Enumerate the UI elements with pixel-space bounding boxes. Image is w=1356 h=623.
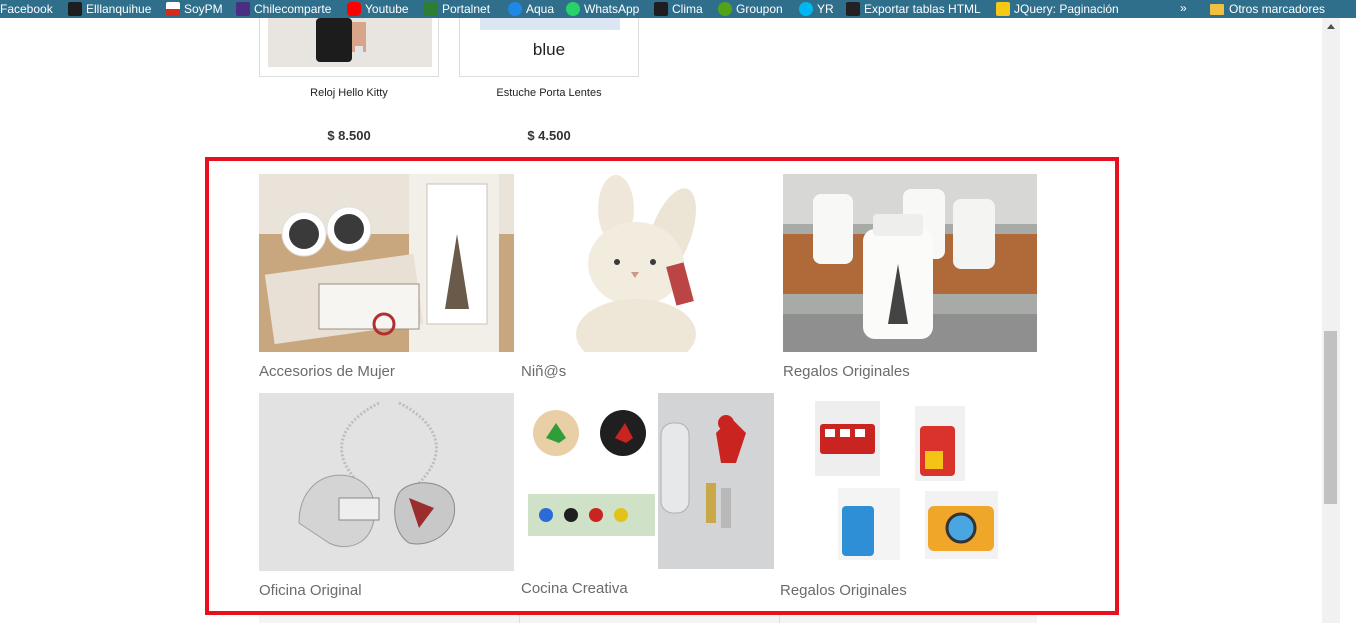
folder-icon [1210,3,1224,15]
youtube-icon [347,2,361,16]
bookmark-youtube[interactable]: Youtube [347,0,409,18]
more-bookmarks-chevron-icon[interactable]: » [1180,0,1187,18]
bookmark-label: Chilecomparte [254,2,332,16]
bookmark-whatsapp[interactable]: WhatsApp [566,0,639,18]
bookmark-label: YR [817,2,834,16]
bookmark-elllanquihue[interactable]: Elllanquihue [68,0,151,18]
bookmark-clima[interactable]: Clima [654,0,703,18]
wallets-photo [259,174,514,352]
product-image-frame [259,18,439,77]
site-icon [996,2,1010,16]
yr-icon [799,2,813,16]
next-row-strip [259,615,1037,623]
category-image[interactable] [783,174,1037,352]
product-price: $ 4.500 [527,128,571,143]
bookmark-facebook[interactable]: Facebook [0,0,53,18]
bookmark-portalnet[interactable]: Portalnet [424,0,490,18]
bookmark-label: SoyPM [184,2,223,16]
product-name[interactable]: Estuche Porta Lentes [459,87,639,99]
category-image[interactable] [259,174,514,352]
bookmark-label: Facebook [0,2,53,16]
category-label[interactable]: Regalos Originales [783,363,910,380]
other-bookmarks-folder[interactable]: Otros marcadores [1210,0,1325,18]
groupon-icon [718,2,732,16]
category-label[interactable]: Cocina Creativa [521,580,628,597]
bookmark-label: JQuery: Paginación [1014,2,1119,16]
site-icon [236,2,250,16]
site-icon [846,2,860,16]
vertical-scrollbar[interactable] [1322,18,1340,623]
plush-bunny-photo [521,174,774,352]
folder-label: Otros marcadores [1229,2,1326,16]
bookmark-chilecomparte[interactable]: Chilecomparte [236,0,331,18]
bookmark-label: Groupon [736,2,783,16]
scroll-thumb[interactable] [1324,331,1337,504]
bookmark-label: Portalnet [442,2,491,16]
bookmark-soypm[interactable]: SoyPM [166,0,223,18]
heart-usb-photo [259,393,514,571]
category-label[interactable]: Accesorios de Mujer [259,363,395,380]
product-name[interactable]: Reloj Hello Kitty [259,87,439,99]
bookmarks-bar: Facebook Elllanquihue SoyPM Chilecompart… [0,0,1356,18]
site-icon [424,2,438,16]
luggage-tags-photo [780,396,1010,566]
category-image[interactable] [780,396,1010,566]
category-image[interactable] [521,174,774,352]
bookmark-label: Exportar tablas HTML [864,2,981,16]
milk-bottles-photo [783,174,1037,352]
bookmark-label: Youtube [365,2,409,16]
bookmark-aqua[interactable]: Aqua [508,0,554,18]
bookmark-groupon[interactable]: Groupon [718,0,783,18]
scroll-up-arrow-icon[interactable] [1327,24,1335,29]
divider [779,615,780,623]
product-image-caption: blue [532,40,566,59]
whatsapp-icon [566,2,580,16]
wall-magnets-collage [521,393,774,569]
watch-image [268,18,432,67]
category-label[interactable]: Regalos Originales [780,582,907,599]
category-label[interactable]: Oficina Original [259,582,362,599]
site-icon [654,2,668,16]
product-image-frame: blue [459,18,639,77]
chile-flag-icon [166,2,180,16]
bookmark-label: WhatsApp [584,2,640,16]
bookmark-jquery-paginacion[interactable]: JQuery: Paginación [996,0,1119,18]
category-label[interactable]: Niñ@s [521,363,566,380]
bookmark-label: Aqua [526,2,555,16]
bookmark-label: Elllanquihue [86,2,152,16]
site-icon [68,2,82,16]
divider [519,615,520,623]
category-image[interactable] [521,393,774,569]
bookmark-yr[interactable]: YR [799,0,834,18]
category-image[interactable] [259,393,514,571]
bookmark-exportar-tablas[interactable]: Exportar tablas HTML [846,0,981,18]
product-price: $ 8.500 [327,128,371,143]
site-icon [508,2,522,16]
bookmark-label: Clima [672,2,703,16]
